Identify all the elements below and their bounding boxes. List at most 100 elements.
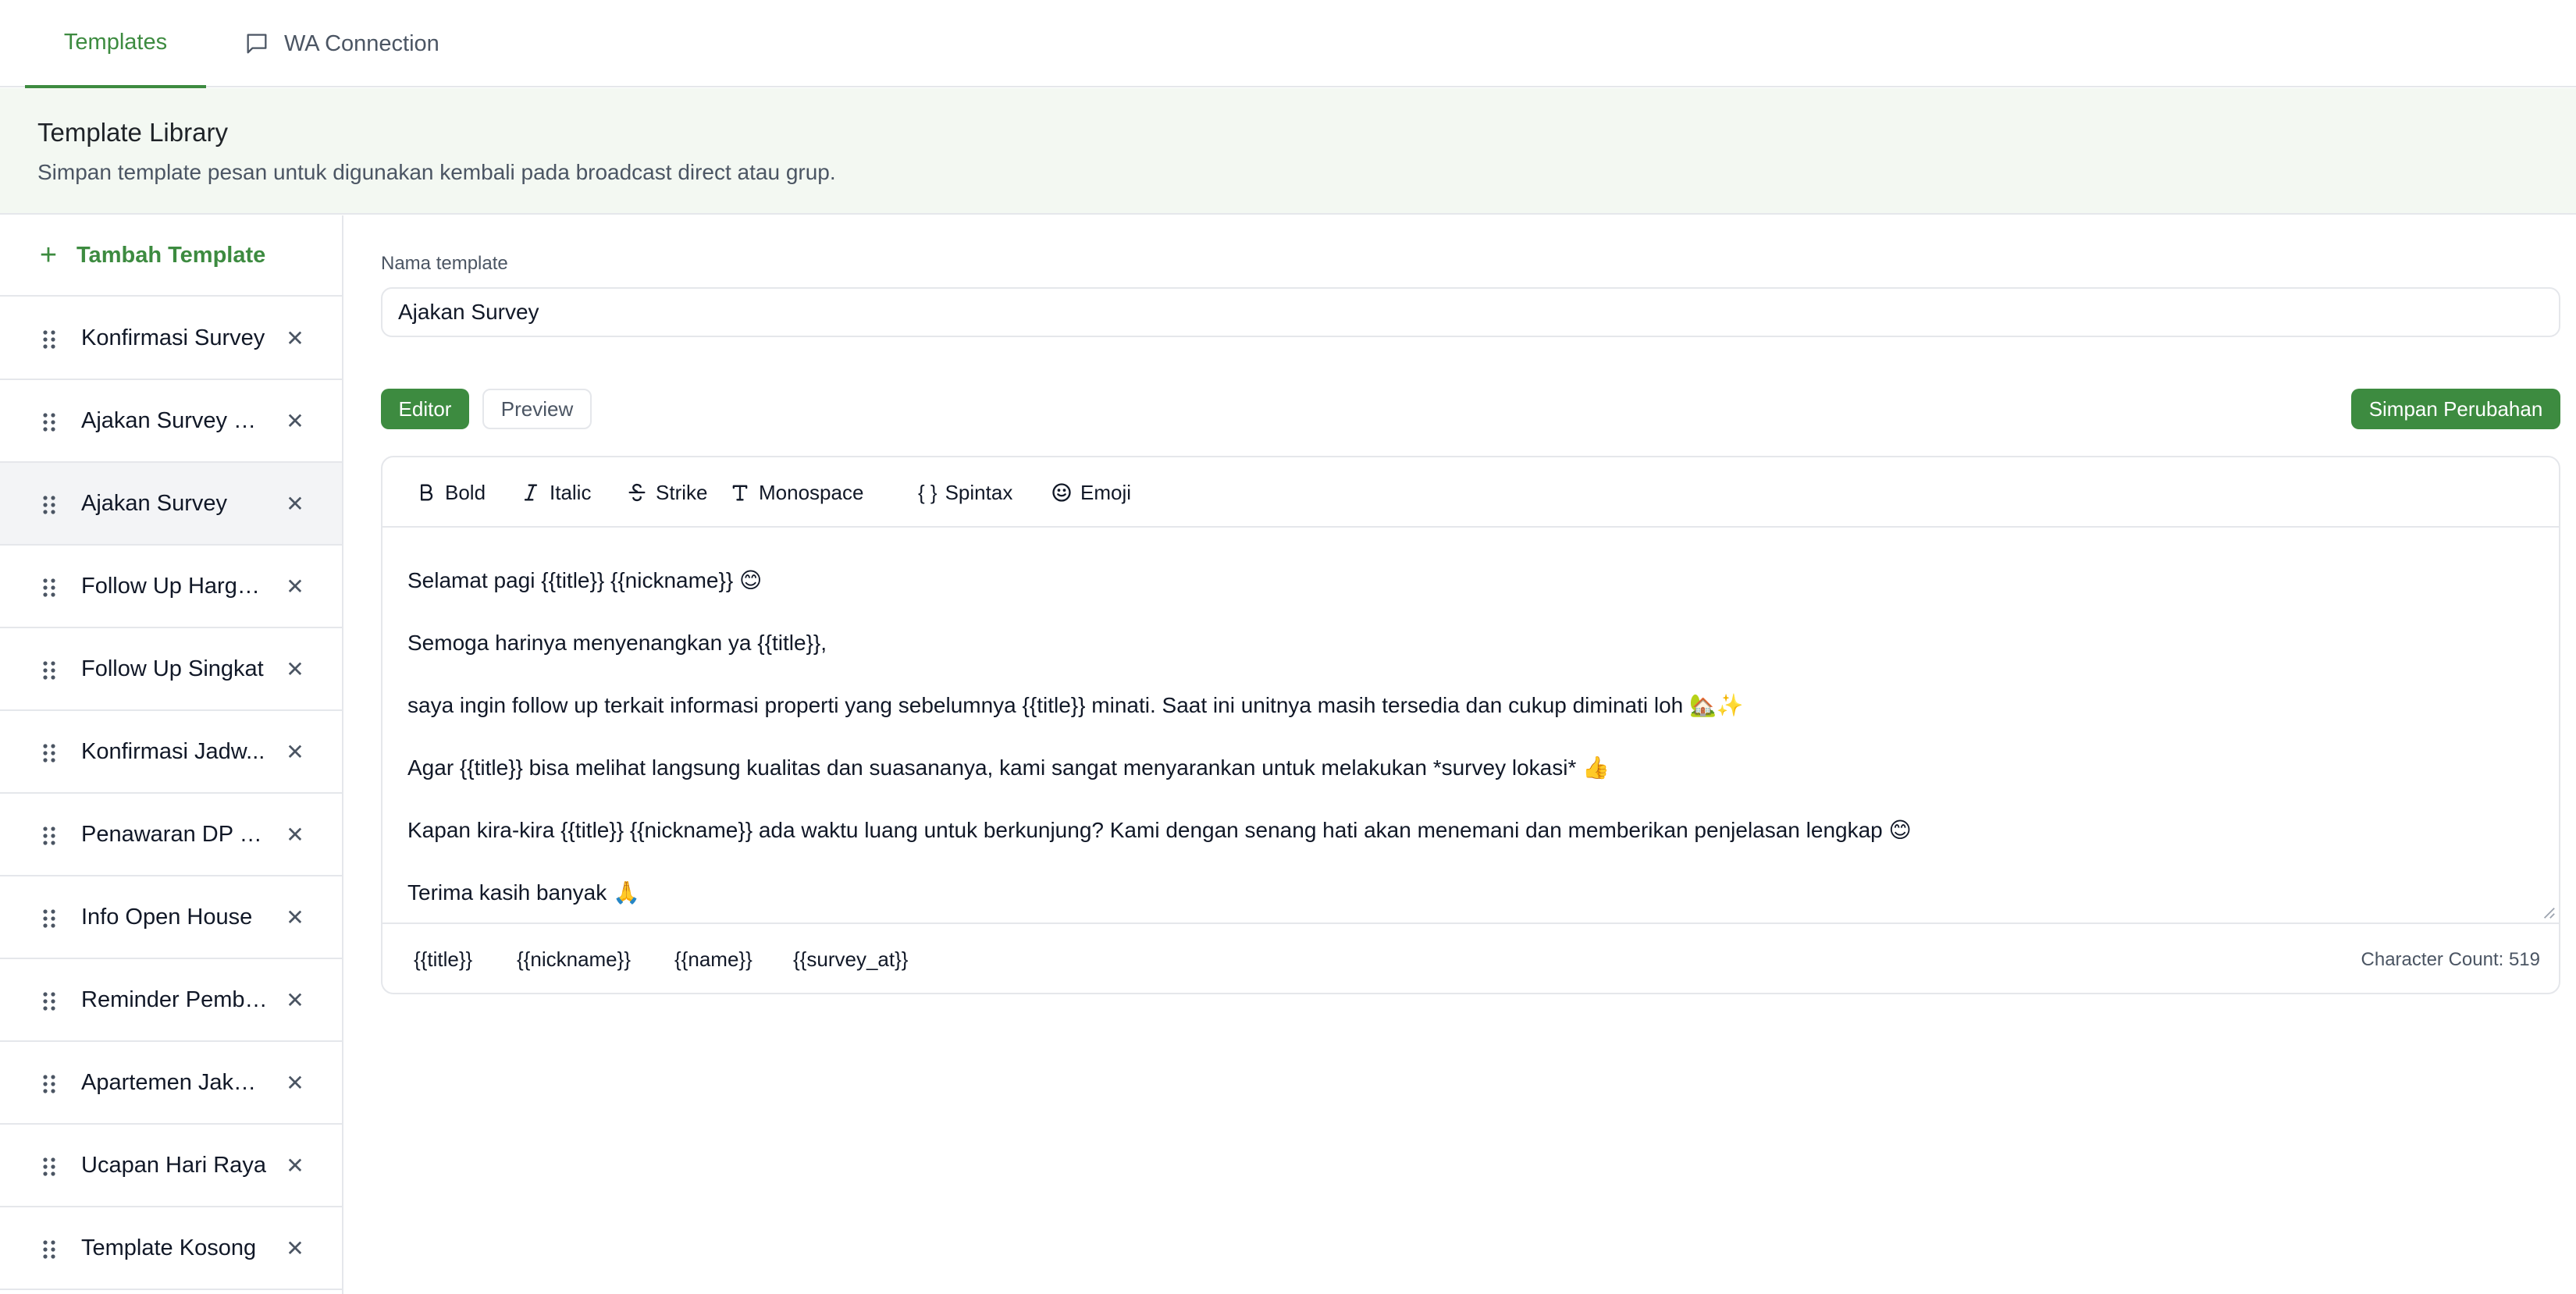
- template-list-item[interactable]: Template Kosong ✕: [0, 1207, 342, 1290]
- template-name-input[interactable]: [381, 287, 2560, 337]
- tab-wa-connection[interactable]: WA Connection: [240, 0, 443, 87]
- preview-mode-button[interactable]: Preview: [482, 389, 592, 429]
- variables-row: {{title}} {{nickname}} {{name}} {{survey…: [382, 926, 2559, 994]
- message-line: Semoga harinya menyenangkan ya {{title}}…: [407, 631, 827, 655]
- page-title: Template Library: [37, 118, 228, 147]
- message-line: saya ingin follow up terkait informasi p…: [407, 693, 1744, 717]
- plus-icon: +: [39, 238, 58, 272]
- template-list-item-label: Konfirmasi Jadw...: [81, 738, 265, 764]
- strikethrough-icon: [628, 483, 646, 502]
- braces-icon: { }: [918, 480, 938, 504]
- variable-chip-nickname[interactable]: {{nickname}}: [517, 947, 631, 972]
- template-list-item[interactable]: Follow Up Singkat ✕: [0, 628, 342, 711]
- tab-wa-connection-label: WA Connection: [284, 30, 439, 56]
- message-line: Selamat pagi {{title}} {{nickname}} 😊: [407, 568, 763, 592]
- template-list-item-label: Ajakan Survey Pr...: [81, 407, 269, 433]
- tab-templates-label: Templates: [63, 30, 168, 55]
- top-tab-bar: Templates WA Connection: [0, 0, 2576, 88]
- template-list-item-label: Follow Up Harga ...: [81, 573, 269, 599]
- message-line: Terima kasih banyak 🙏: [407, 880, 640, 905]
- variable-chip-name[interactable]: {{name}}: [674, 947, 753, 972]
- strike-label: Strike: [656, 480, 708, 504]
- template-list-item[interactable]: Reminder Pemba... ✕: [0, 959, 342, 1042]
- template-list-item[interactable]: Follow Up Harga ... ✕: [0, 546, 342, 628]
- delete-template-icon[interactable]: ✕: [284, 574, 306, 599]
- template-list-item-label: Template Kosong: [81, 1235, 257, 1260]
- drag-handle-icon[interactable]: [41, 494, 58, 516]
- template-list-item[interactable]: Ucapan Hari Raya ✕: [0, 1125, 342, 1207]
- character-count: Character Count: 519: [2361, 949, 2540, 970]
- emoji-label: Emoji: [1080, 480, 1132, 504]
- page-description: Simpan template pesan untuk digunakan ke…: [37, 160, 836, 184]
- text-icon: [732, 485, 748, 501]
- italic-button[interactable]: Italic: [520, 479, 591, 506]
- bold-button[interactable]: Bold: [415, 479, 486, 506]
- delete-template-icon[interactable]: ✕: [284, 656, 306, 682]
- template-list-item-label: Follow Up Singkat: [81, 656, 264, 681]
- delete-template-icon[interactable]: ✕: [284, 739, 306, 765]
- monospace-label: Monospace: [759, 480, 864, 504]
- spintax-button[interactable]: { } Spintax: [918, 479, 1012, 506]
- emoji-button[interactable]: Emoji: [1051, 479, 1131, 506]
- drag-handle-icon[interactable]: [41, 659, 58, 681]
- delete-template-icon[interactable]: ✕: [284, 325, 306, 351]
- message-line: Agar {{title}} bisa melihat langsung kua…: [407, 755, 1610, 780]
- template-list-item-label: Ucapan Hari Raya: [81, 1152, 266, 1178]
- message-line: Kapan kira-kira {{title}} {{nickname}} a…: [407, 818, 1912, 842]
- delete-template-icon[interactable]: ✕: [284, 987, 306, 1013]
- bold-icon: [421, 484, 433, 501]
- drag-handle-icon[interactable]: [41, 742, 58, 764]
- italic-icon: [524, 484, 538, 501]
- drag-handle-icon[interactable]: [41, 990, 58, 1012]
- drag-handle-icon[interactable]: [41, 1156, 58, 1178]
- strike-button[interactable]: Strike: [626, 479, 707, 506]
- template-list-item-label: Konfirmasi Survey: [81, 325, 265, 350]
- template-list-item[interactable]: Info Open House ✕: [0, 876, 342, 959]
- header-banner: Template Library Simpan template pesan u…: [0, 88, 2576, 215]
- template-list: Konfirmasi Survey ✕ Ajakan Survey Pr... ✕ Aj…: [0, 297, 342, 1290]
- italic-label: Italic: [550, 480, 592, 504]
- resize-handle-icon[interactable]: [2542, 905, 2556, 919]
- add-template-label: Tambah Template: [76, 242, 266, 268]
- monospace-button[interactable]: Monospace: [729, 479, 863, 506]
- drag-handle-icon[interactable]: [41, 825, 58, 847]
- message-textarea[interactable]: Selamat pagi {{title}} {{nickname}} 😊 Se…: [382, 529, 2559, 924]
- variable-chip-title[interactable]: {{title}}: [414, 947, 472, 972]
- template-list-item-label: Apartemen Jakar...: [81, 1069, 269, 1095]
- template-list-item-label: Reminder Pemba...: [81, 986, 269, 1012]
- message-editor: Bold Italic Strike Monospace { } Spintax…: [381, 456, 2560, 994]
- format-toolbar: Bold Italic Strike Monospace { } Spintax…: [382, 457, 2559, 528]
- name-field-label: Nama template: [381, 253, 508, 274]
- save-changes-button[interactable]: Simpan Perubahan: [2351, 389, 2560, 429]
- delete-template-icon[interactable]: ✕: [284, 822, 306, 848]
- template-list-item-label: Ajakan Survey: [81, 490, 227, 516]
- template-list-item-label: Info Open House: [81, 904, 253, 930]
- template-list-item[interactable]: Apartemen Jakar... ✕: [0, 1042, 342, 1125]
- delete-template-icon[interactable]: ✕: [284, 1235, 306, 1261]
- drag-handle-icon[interactable]: [41, 908, 58, 930]
- delete-template-icon[interactable]: ✕: [284, 408, 306, 434]
- smiley-icon: [1052, 483, 1071, 502]
- drag-handle-icon[interactable]: [41, 1239, 58, 1260]
- template-list-item[interactable]: Penawaran DP Ri... ✕: [0, 794, 342, 876]
- template-list-item[interactable]: Ajakan Survey Pr... ✕: [0, 380, 342, 463]
- editor-mode-button[interactable]: Editor: [381, 389, 469, 429]
- drag-handle-icon[interactable]: [41, 329, 58, 350]
- tab-templates[interactable]: Templates: [25, 0, 206, 88]
- drag-handle-icon[interactable]: [41, 1073, 58, 1095]
- drag-handle-icon[interactable]: [41, 411, 58, 433]
- template-list-item[interactable]: Konfirmasi Survey ✕: [0, 297, 342, 380]
- template-list-item[interactable]: Ajakan Survey ✕: [0, 463, 342, 546]
- drag-handle-icon[interactable]: [41, 577, 58, 599]
- template-list-item-label: Penawaran DP Ri...: [81, 821, 269, 847]
- delete-template-icon[interactable]: ✕: [284, 905, 306, 930]
- delete-template-icon[interactable]: ✕: [284, 1153, 306, 1178]
- delete-template-icon[interactable]: ✕: [284, 491, 306, 517]
- spintax-label: Spintax: [945, 480, 1013, 504]
- delete-template-icon[interactable]: ✕: [284, 1070, 306, 1096]
- chat-icon: [247, 34, 267, 54]
- variable-chip-survey-at[interactable]: {{survey_at}}: [793, 947, 908, 972]
- bold-label: Bold: [445, 480, 486, 504]
- template-list-item[interactable]: Konfirmasi Jadw... ✕: [0, 711, 342, 794]
- add-template-button[interactable]: + Tambah Template: [0, 215, 342, 297]
